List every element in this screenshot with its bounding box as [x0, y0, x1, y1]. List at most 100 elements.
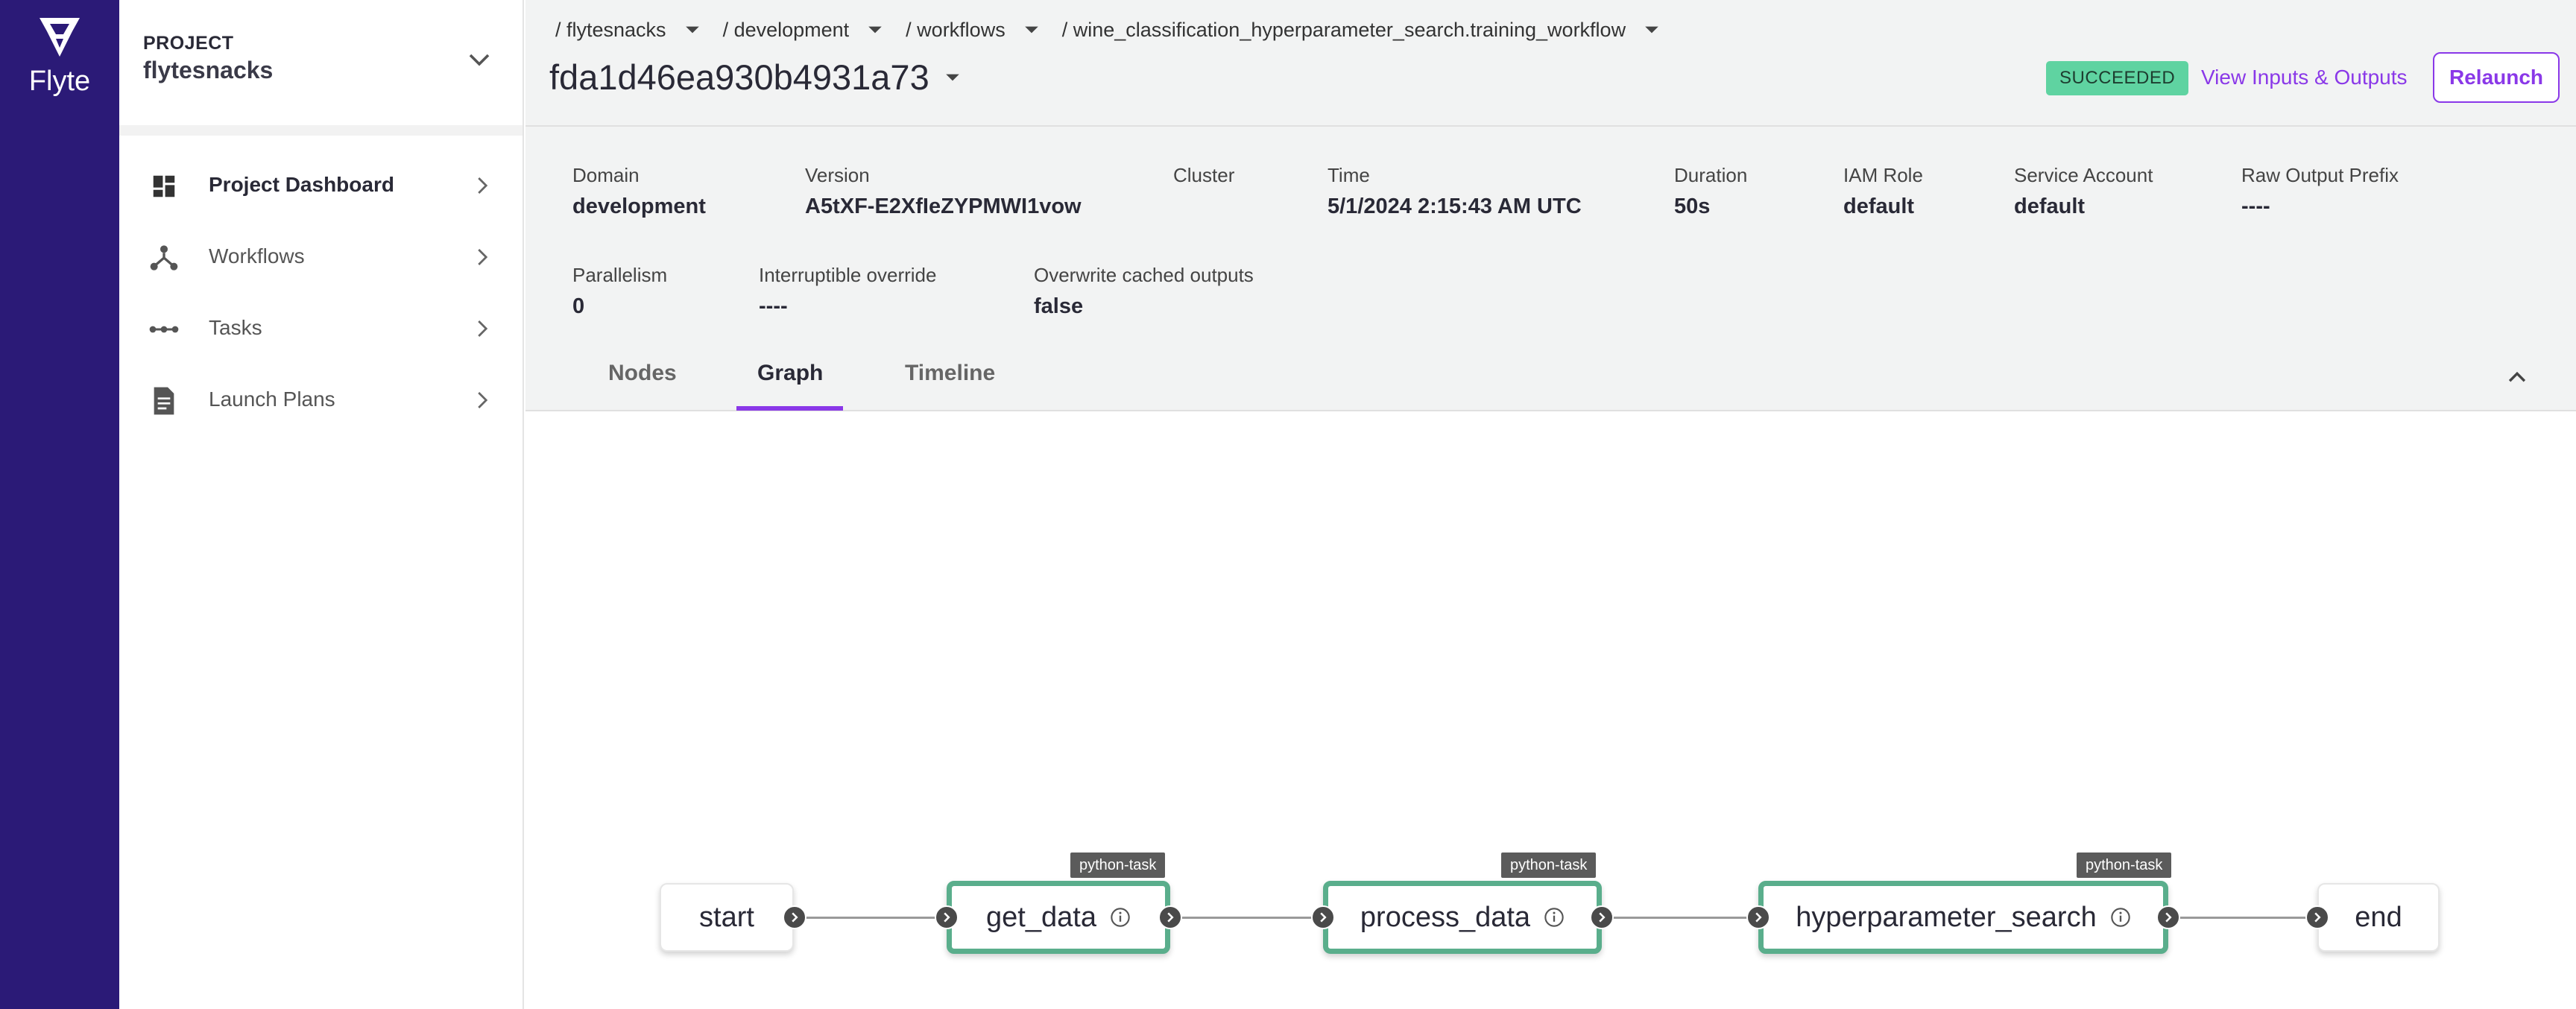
node-label: process_data	[1360, 901, 1531, 933]
chevron-up-icon[interactable]	[2504, 365, 2530, 390]
breadcrumb-workflows[interactable]: / workflows	[906, 19, 1040, 42]
sidebar: PROJECT flytesnacks Project Dashboard Wo…	[119, 0, 524, 1009]
graph-node-get-data[interactable]: get_data	[947, 881, 1170, 954]
meta-label: Raw Output Prefix	[2241, 164, 2399, 186]
input-port-icon	[1746, 905, 1770, 929]
tab-nodes[interactable]: Nodes	[608, 361, 677, 411]
breadcrumb-label: / development	[722, 18, 850, 41]
graph-edge	[794, 917, 947, 919]
breadcrumb-domain[interactable]: / development	[723, 19, 884, 42]
chevron-right-icon	[478, 249, 488, 265]
meta-value: false	[1034, 294, 1084, 318]
input-port-icon	[1311, 905, 1335, 929]
task-type-tag: python-task	[1501, 853, 1597, 878]
brand-rail: Flyte	[0, 0, 119, 1009]
graph-node-hyperparameter-search[interactable]: hyperparameter_search	[1758, 881, 2168, 954]
input-port-icon	[935, 905, 959, 929]
project-selector[interactable]: PROJECT flytesnacks	[119, 0, 523, 125]
flyte-logo-icon	[40, 18, 80, 57]
breadcrumb-workflow-name[interactable]: / wine_classification_hyperparameter_sea…	[1062, 19, 1660, 42]
caret-down-icon[interactable]	[944, 72, 961, 83]
meta-service-account: Service Account default	[2014, 164, 2153, 219]
info-icon[interactable]	[2110, 907, 2131, 928]
sidebar-item-label: Project Dashboard	[209, 173, 394, 196]
chevron-right-icon	[478, 320, 488, 337]
tab-timeline[interactable]: Timeline	[905, 361, 995, 411]
relaunch-button[interactable]: Relaunch	[2433, 52, 2560, 103]
meta-interruptible-override: Interruptible override ----	[759, 264, 936, 319]
execution-id: fda1d46ea930b4931a73	[549, 57, 929, 97]
active-tab-indicator	[736, 406, 843, 411]
node-label: get_data	[986, 901, 1096, 933]
project-name: flytesnacks	[143, 57, 274, 83]
caret-down-icon[interactable]	[1644, 25, 1660, 35]
sidebar-item-project-dashboard[interactable]: Project Dashboard	[119, 149, 523, 221]
caret-down-icon[interactable]	[1023, 25, 1040, 35]
graph-node-end[interactable]: end	[2317, 883, 2440, 952]
meta-label: Domain	[572, 164, 640, 186]
node-label: start	[699, 901, 754, 933]
chevron-right-icon	[478, 392, 488, 408]
node-label: end	[2355, 901, 2402, 933]
meta-time: Time 5/1/2024 2:15:43 AM UTC	[1328, 164, 1582, 219]
meta-raw-output-prefix: Raw Output Prefix ----	[2241, 164, 2399, 219]
sidebar-item-workflows[interactable]: Workflows	[119, 221, 523, 292]
sidebar-item-label: Workflows	[209, 244, 305, 268]
chevron-right-icon	[478, 177, 488, 194]
project-caption: PROJECT	[143, 33, 234, 54]
task-type-tag: python-task	[1070, 853, 1166, 878]
tab-graph[interactable]: Graph	[757, 361, 823, 411]
workflow-graph[interactable]: start python-task get_data python-task p…	[525, 413, 2576, 1009]
graph-node-process-data[interactable]: process_data	[1323, 881, 1602, 954]
caret-down-icon[interactable]	[684, 25, 701, 35]
tasks-icon	[149, 314, 179, 344]
brand-name: Flyte	[28, 66, 91, 97]
meta-value: default	[2014, 194, 2086, 218]
meta-value: development	[572, 194, 706, 218]
flyte-logo[interactable]: Flyte	[0, 13, 119, 98]
meta-duration: Duration 50s	[1674, 164, 1747, 219]
meta-parallelism: Parallelism 0	[572, 264, 667, 319]
meta-label: Interruptible override	[759, 264, 937, 286]
meta-value: default	[1843, 194, 1915, 218]
sidebar-item-tasks[interactable]: Tasks	[119, 292, 523, 364]
execution-id-title[interactable]: fda1d46ea930b4931a73	[549, 57, 961, 98]
meta-label: IAM Role	[1843, 164, 1923, 186]
output-port-icon	[2156, 905, 2180, 929]
breadcrumb-label: / wine_classification_hyperparameter_sea…	[1061, 18, 1626, 41]
node-label: hyperparameter_search	[1796, 901, 2097, 933]
sidebar-item-label: Launch Plans	[209, 388, 335, 411]
sidebar-item-label: Tasks	[209, 316, 262, 339]
sidebar-item-launch-plans[interactable]: Launch Plans	[119, 364, 523, 435]
task-type-tag: python-task	[2077, 853, 2172, 878]
meta-label: Duration	[1674, 164, 1748, 186]
breadcrumb-label: / workflows	[906, 18, 1006, 41]
meta-iam-role: IAM Role default	[1843, 164, 1923, 219]
info-icon[interactable]	[1544, 907, 1565, 928]
view-inputs-outputs-link[interactable]: View Inputs & Outputs	[2201, 66, 2408, 89]
meta-cluster: Cluster	[1173, 164, 1234, 194]
output-port-icon	[783, 905, 806, 929]
breadcrumb-project[interactable]: / flytesnacks	[555, 19, 701, 42]
meta-value: ----	[2241, 194, 2270, 218]
status-badge: SUCCEEDED	[2046, 61, 2189, 95]
meta-label: Version	[805, 164, 870, 186]
output-port-icon	[1590, 905, 1614, 929]
meta-value: 0	[572, 294, 585, 318]
breadcrumb-label: / flytesnacks	[555, 18, 666, 41]
graph-edge	[1602, 917, 1758, 919]
sidebar-divider	[119, 125, 523, 136]
execution-details: Domain development Version A5tXF-E2XfIeZ…	[525, 127, 2576, 411]
caret-down-icon[interactable]	[867, 25, 883, 35]
meta-label: Parallelism	[572, 264, 668, 286]
meta-label: Service Account	[2014, 164, 2153, 186]
input-port-icon	[2305, 905, 2329, 929]
chevron-down-icon[interactable]	[466, 46, 493, 73]
graph-node-start[interactable]: start	[660, 883, 794, 952]
info-icon[interactable]	[1110, 907, 1131, 928]
launch-plan-icon	[149, 386, 179, 416]
graph-edge	[1170, 917, 1323, 919]
meta-label: Time	[1328, 164, 1370, 186]
meta-domain: Domain development	[572, 164, 706, 219]
graph-edge	[2168, 917, 2317, 919]
